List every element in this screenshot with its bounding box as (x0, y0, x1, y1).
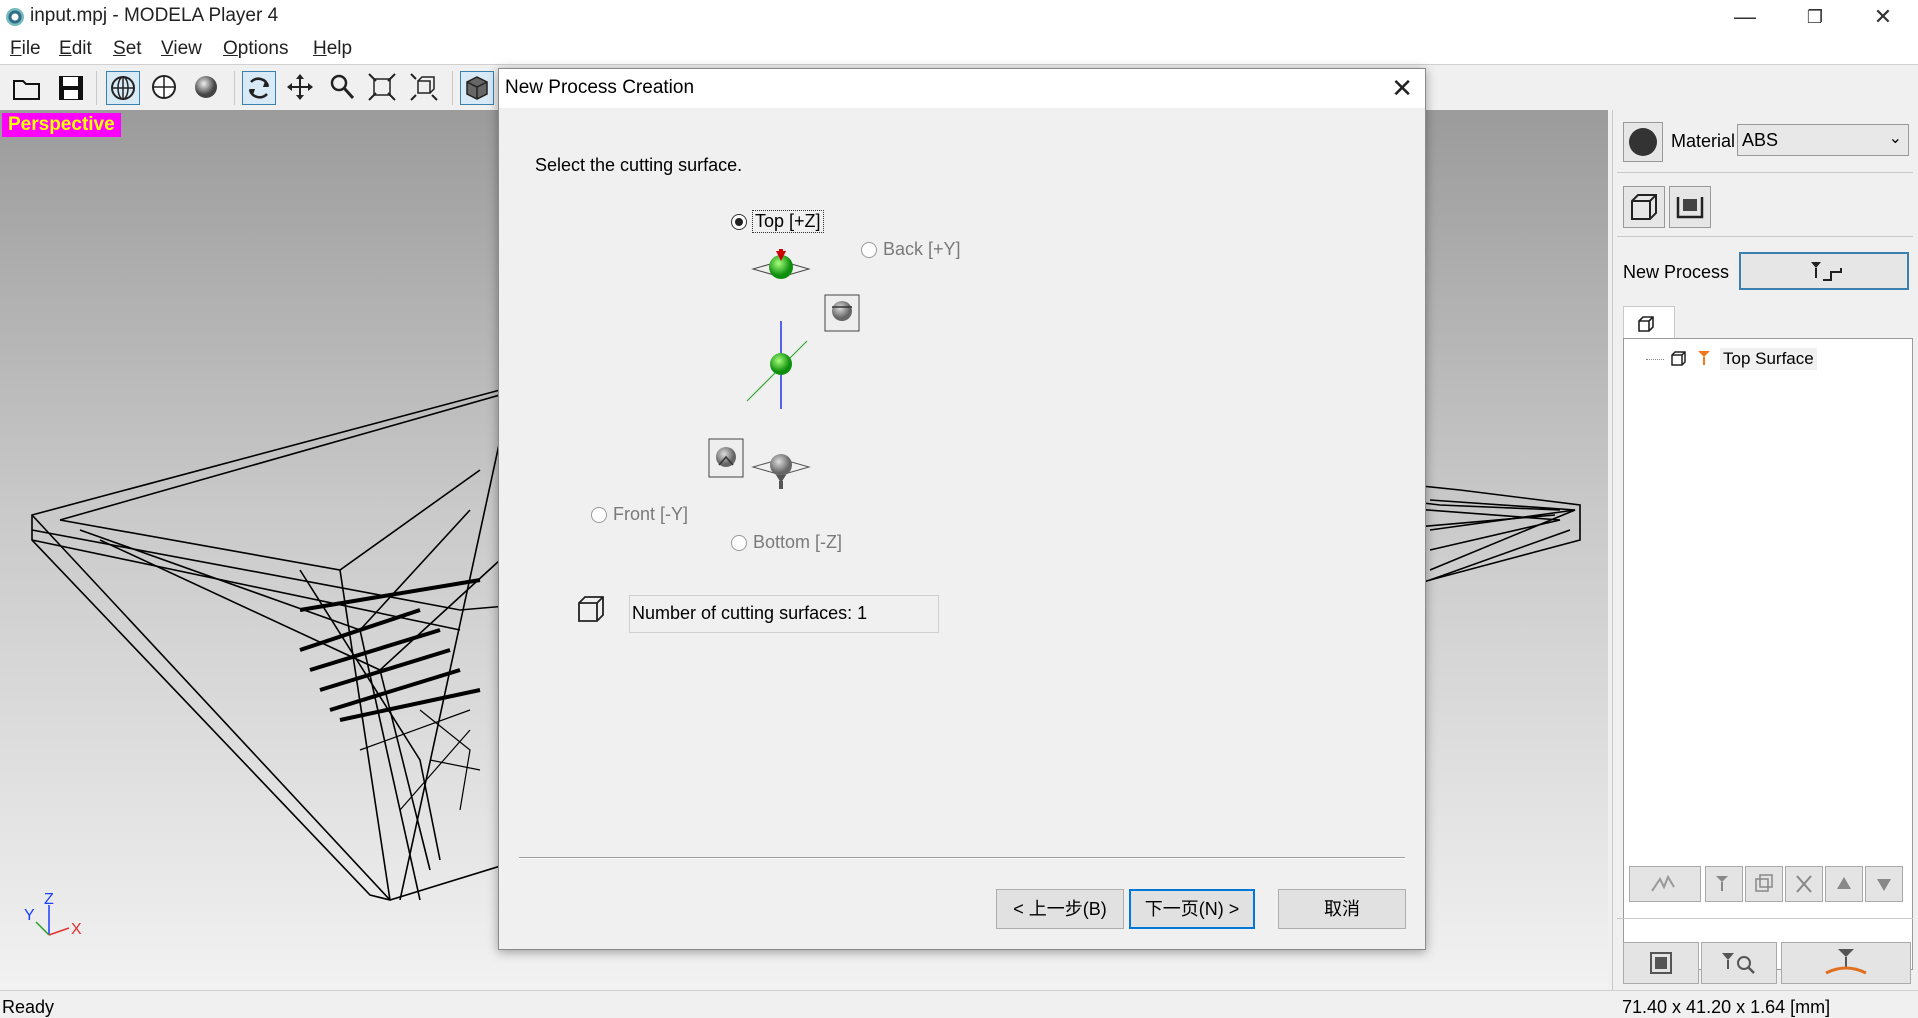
axis-z-label: Z (44, 891, 54, 908)
tool-path-check-icon[interactable] (1705, 866, 1743, 902)
restore-button[interactable]: ❐ (1780, 0, 1850, 34)
close-button[interactable]: ✕ (1848, 0, 1918, 34)
rotate-icon[interactable] (242, 71, 276, 105)
title-bar: input.mpj - MODELA Player 4 — ❐ ✕ (0, 0, 1918, 34)
axis-indicator: Y Z X (24, 891, 82, 938)
tab-process-list[interactable] (1623, 306, 1675, 339)
dialog-title-bar: New Process Creation ✕ (499, 69, 1425, 108)
model-origin-sphere (770, 353, 792, 375)
minimize-button[interactable]: — (1710, 0, 1780, 34)
menu-options[interactable]: Options (223, 38, 288, 60)
hidden-line-view-icon[interactable] (148, 71, 182, 105)
surface-orientation-diagram (708, 249, 860, 489)
cutting-surface-count-icon (578, 596, 604, 622)
preview-icon[interactable] (1623, 942, 1699, 984)
zoom-fit-icon[interactable] (366, 71, 400, 105)
menu-file[interactable]: File (10, 38, 41, 60)
front-surface-icon (708, 438, 744, 478)
dialog-separator (519, 857, 1405, 859)
tool-path-icon (1698, 351, 1710, 365)
label-top[interactable]: Top [+Z] (752, 210, 824, 233)
dialog-close-button[interactable]: ✕ (1391, 73, 1413, 104)
dialog-title: New Process Creation (505, 77, 695, 98)
move-up-icon[interactable] (1825, 866, 1863, 902)
back-button[interactable]: < 上一步(B) (996, 889, 1124, 929)
wireframe-view-icon[interactable] (106, 71, 140, 105)
next-button[interactable]: 下一页(N) > (1129, 889, 1255, 929)
new-process-button[interactable] (1739, 252, 1909, 290)
save-icon[interactable] (54, 71, 88, 105)
cutting-surface-count-field: Number of cutting surfaces: 1 (629, 595, 939, 633)
shaded-view-icon[interactable] (190, 71, 224, 105)
origin-setting-icon[interactable] (1669, 186, 1711, 228)
new-process-label: New Process (1623, 262, 1730, 282)
pan-icon[interactable] (284, 71, 318, 105)
move-down-icon[interactable] (1865, 866, 1903, 902)
zoom-icon[interactable] (326, 71, 360, 105)
material-select[interactable]: ABS ⌄ (1737, 124, 1909, 156)
cube-view-icon[interactable] (460, 71, 494, 105)
cut-output-icon[interactable] (1781, 942, 1911, 984)
delete-icon[interactable] (1785, 866, 1823, 902)
status-bar: Ready 71.40 x 41.20 x 1.64 [mm] (0, 990, 1918, 1017)
tree-item-top-surface[interactable]: Top Surface (1720, 348, 1817, 370)
right-panel: Material ABS ⌄ New Process Top Surface (1612, 110, 1918, 990)
back-surface-icon (824, 294, 860, 332)
zoom-model-icon[interactable] (408, 71, 442, 105)
new-process-dialog: New Process Creation ✕ Select the cuttin… (498, 68, 1426, 950)
menu-edit[interactable]: Edit (59, 38, 92, 60)
open-folder-icon[interactable] (10, 71, 44, 105)
bottom-surface-icon (751, 454, 811, 489)
model-size-icon[interactable] (1623, 186, 1665, 228)
material-compass-icon[interactable] (1623, 122, 1663, 162)
edit-path-icon[interactable] (1629, 866, 1701, 902)
copy-icon[interactable] (1745, 866, 1783, 902)
axis-y-label: Y (24, 907, 35, 924)
radio-front[interactable] (591, 507, 607, 523)
menu-view[interactable]: View (161, 38, 202, 60)
model-tree-icon (1671, 351, 1686, 366)
window-title: input.mpj - MODELA Player 4 (30, 5, 279, 26)
cancel-button[interactable]: 取消 (1278, 889, 1406, 929)
chevron-down-icon: ⌄ (1888, 130, 1902, 147)
top-surface-icon (751, 249, 811, 279)
material-label: Material (1671, 131, 1736, 151)
menu-set[interactable]: Set (113, 38, 142, 60)
menu-help[interactable]: Help (313, 38, 352, 60)
app-icon (6, 8, 24, 26)
simulate-icon[interactable] (1701, 942, 1777, 984)
axis-x-label: X (71, 921, 82, 938)
menu-bar: File Edit Set View Options Help (0, 34, 1918, 64)
dialog-prompt: Select the cutting surface. (535, 155, 743, 175)
radio-top[interactable] (731, 214, 747, 230)
